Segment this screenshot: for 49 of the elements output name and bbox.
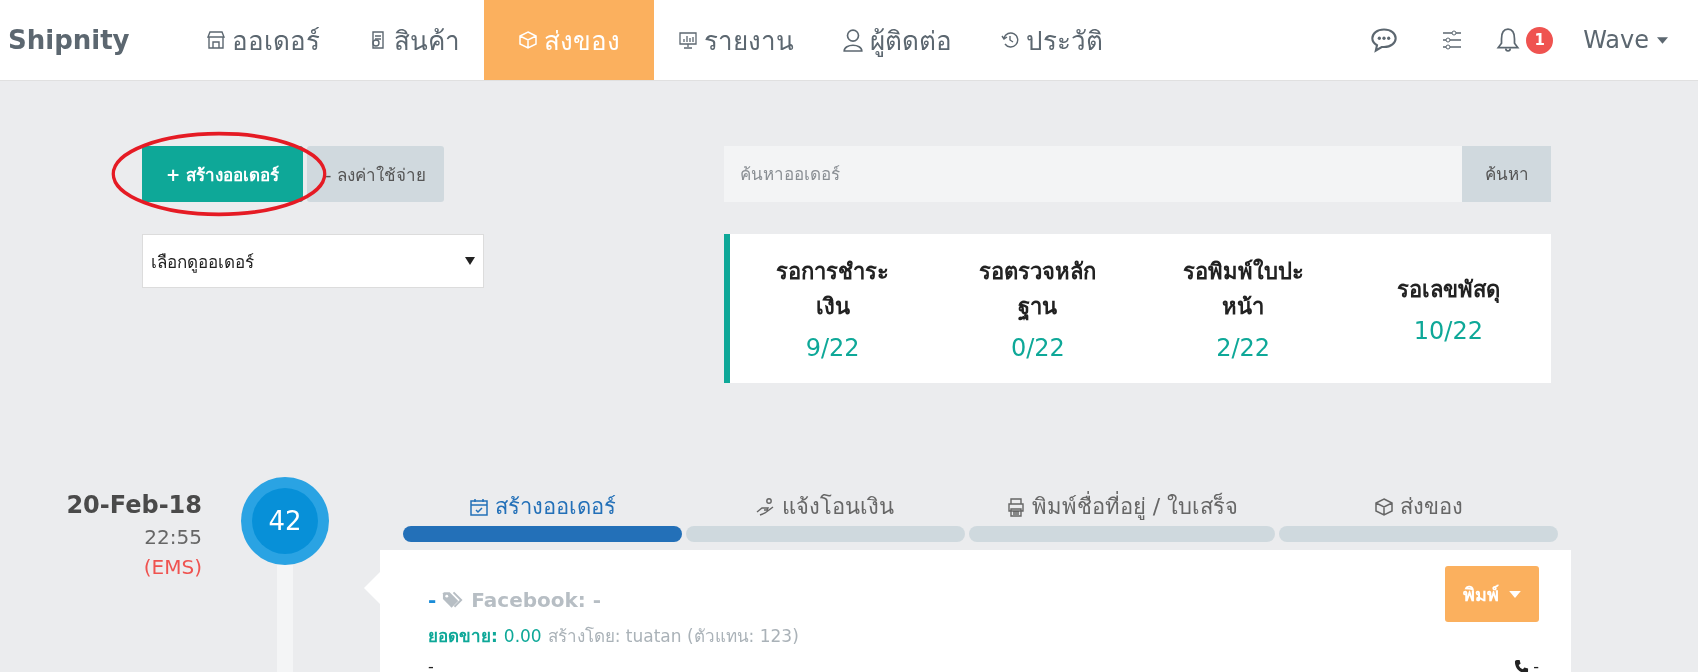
order-date: 20-Feb-18 — [66, 491, 202, 519]
nav-tab[interactable]: สินค้า — [343, 0, 484, 80]
sales-amount: 0.00 — [503, 626, 542, 646]
create-order-button[interactable]: + สร้างออเดอร์ — [142, 146, 304, 202]
monitor-chart-icon — [677, 30, 698, 50]
caret-icon — [1509, 590, 1521, 598]
stat-value: 2/22 — [1216, 334, 1271, 363]
printer-icon — [1005, 496, 1026, 517]
add-expense-button[interactable]: - ลงค่าใช้จ่าย — [307, 146, 444, 202]
order-time: 22:55 — [144, 525, 202, 549]
stat-value: 9/22 — [805, 334, 860, 363]
progress-step[interactable]: แจ้งโอนเงิน — [685, 489, 965, 542]
calendar-check-icon — [468, 496, 489, 517]
user-icon — [841, 27, 864, 53]
chat-icon[interactable] — [1370, 27, 1399, 53]
stat-value: 0/22 — [1010, 334, 1065, 363]
address-text: - — [428, 657, 434, 672]
progress-step[interactable]: ส่งของ — [1279, 489, 1558, 542]
history-icon — [999, 30, 1020, 50]
sales-label: ยอดขาย: — [428, 625, 498, 648]
carrier-label: (EMS) — [143, 555, 202, 579]
search-field[interactable]: ค้นหาออเดอร์ — [724, 146, 1462, 202]
box-icon — [517, 30, 538, 50]
stat-label: รอเลขพัสดุ — [1396, 275, 1500, 305]
stat-label: รอการชำระเงิน — [775, 258, 891, 322]
nav-tab[interactable]: ประวัติ — [975, 0, 1127, 80]
box-icon — [1374, 496, 1395, 517]
stat-value: 10/22 — [1413, 316, 1483, 345]
caret-icon — [1657, 36, 1668, 44]
logo-text[interactable]: Shipnity — [0, 0, 182, 80]
order-number-circle: 42 — [241, 477, 329, 565]
store-icon — [205, 30, 226, 50]
phone-number: - — [1533, 657, 1539, 672]
phone-icon — [1514, 659, 1530, 672]
created-by-text: สร้างโดย: tuatan (ตัวแทน: 123) — [547, 625, 799, 648]
nav-tab[interactable]: ออเดอร์ — [181, 0, 344, 80]
stat-label: รอตรวจหลักฐาน — [978, 258, 1098, 323]
stat-label: รอพิมพ์ใบปะหน้า — [1181, 257, 1305, 322]
caret-icon — [465, 257, 475, 265]
progress-step[interactable]: สร้างออเดอร์ — [403, 489, 682, 542]
customer-name[interactable]: - — [428, 588, 437, 612]
search-button[interactable]: ค้นหา — [1462, 146, 1551, 202]
nav-tab[interactable]: ผู้ติดต่อ — [817, 0, 976, 80]
sales-channel: Facebook: - — [471, 588, 602, 612]
user-menu[interactable]: Wave — [1583, 0, 1698, 80]
nav-tab[interactable]: รายงาน — [653, 0, 818, 80]
progress-step[interactable]: พิมพ์ชื่อที่อยู่ / ใบเสร็จ — [968, 489, 1276, 542]
notification-badge: 1 — [1526, 26, 1554, 54]
order-filter-dropdown[interactable]: เลือกดูออเดอร์ — [142, 234, 484, 288]
